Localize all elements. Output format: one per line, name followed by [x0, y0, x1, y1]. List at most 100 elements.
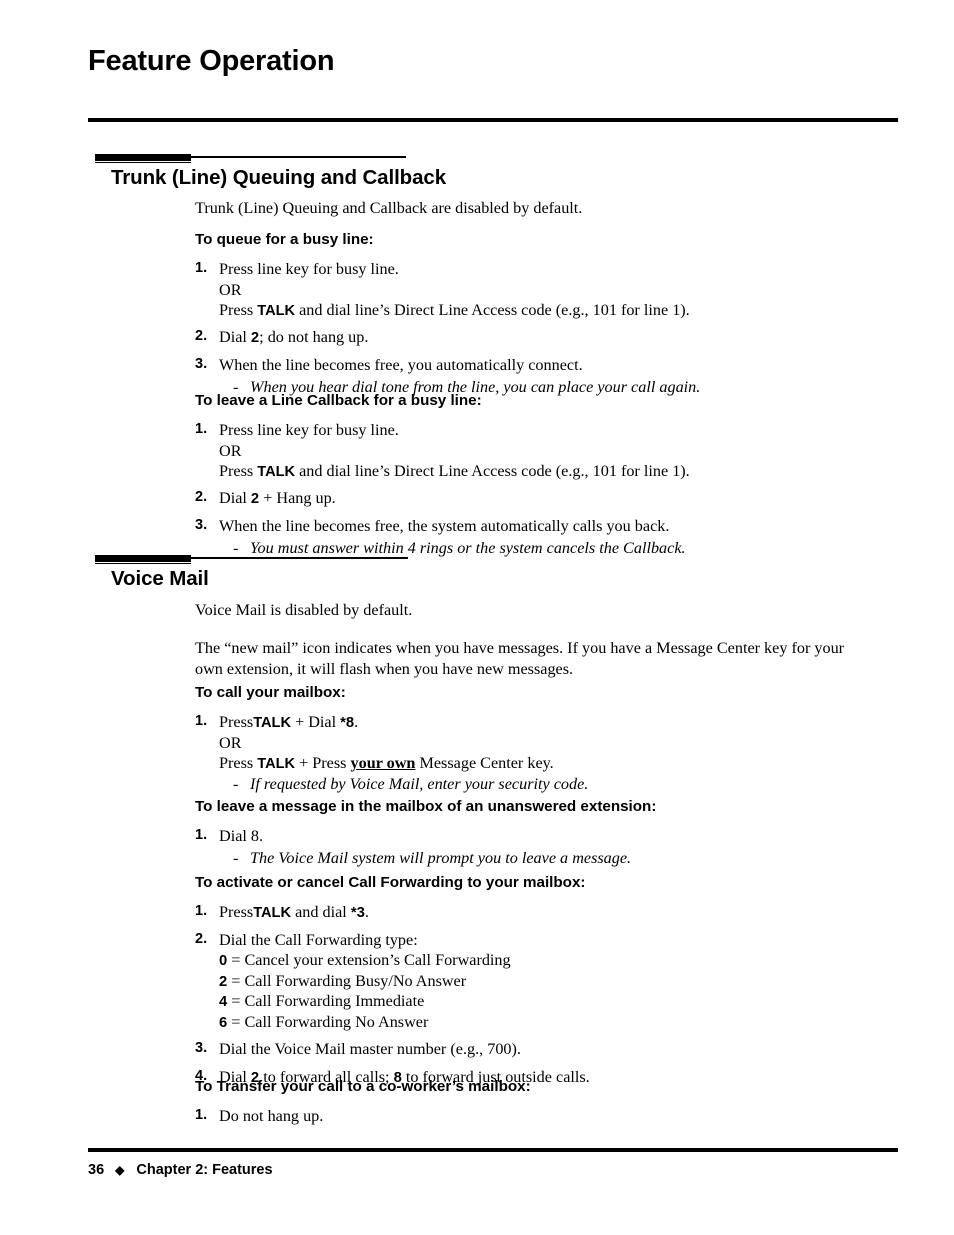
step-item: 1. Do not hang up.: [195, 1106, 855, 1126]
step-number: 2.: [195, 489, 208, 506]
procedure-heading: To leave a Line Callback for a busy line…: [195, 392, 482, 409]
step-line: Dial 2 + Hang up.: [219, 489, 336, 508]
step-or-label: OR: [219, 733, 242, 752]
footer-chapter-label: Chapter 2: Features: [136, 1162, 273, 1178]
step-number: 1.: [195, 827, 208, 844]
step-number: 2.: [195, 930, 208, 947]
section-rule-thick: [95, 154, 191, 161]
step-item: 2. Dial 2; do not hang up.: [195, 327, 855, 348]
step-note: - The Voice Mail system will prompt you …: [195, 848, 855, 868]
section-rule-thin: [191, 156, 406, 158]
step-number: 2.: [195, 328, 208, 345]
note-dash: -: [233, 539, 239, 558]
title-rule: [88, 118, 898, 122]
option-label: Call Forwarding Busy/No Answer: [244, 971, 467, 990]
step-line: Dial 8.: [219, 827, 264, 846]
step-item: 3. Dial the Voice Mail master number (e.…: [195, 1039, 855, 1059]
procedure-steps: 1. Press line key for busy line. OR Pres…: [195, 420, 855, 536]
procedure-heading: To leave a message in the mailbox of an …: [195, 798, 657, 815]
option-eq: =: [231, 951, 241, 970]
procedure-transfer-mailbox: To Transfer your call to a co-worker’s m…: [195, 1078, 855, 1127]
note-text: If requested by Voice Mail, enter your s…: [250, 775, 589, 794]
step-number: 3.: [195, 516, 208, 533]
step-number: 1.: [195, 713, 208, 730]
step-number: 1.: [195, 421, 208, 438]
step-item: 2. Dial the Call Forwarding type:: [195, 930, 855, 950]
step-number: 1.: [195, 903, 208, 920]
step-number: 1.: [195, 1107, 208, 1124]
digit-label: 2: [250, 491, 260, 508]
step-item: 3. When the line becomes free, the syste…: [195, 516, 855, 536]
option-label: Call Forwarding No Answer: [244, 1012, 429, 1031]
section-heading: Voice Mail: [111, 567, 209, 590]
procedure-queue-busy-line: To queue for a busy line: 1. Press line …: [195, 231, 855, 398]
note-text: You must answer within 4 rings or the sy…: [250, 539, 686, 558]
step-line: Dial the Call Forwarding type:: [219, 930, 418, 949]
talk-key-label: TALK: [253, 905, 292, 922]
procedure-call-forwarding: To activate or cancel Call Forwarding to…: [195, 874, 855, 1087]
option-key: 2: [219, 973, 228, 990]
option-row: 0 = Cancel your extension’s Call Forward…: [195, 950, 855, 971]
step-line-alt: Press TALK and dial line’s Direct Line A…: [219, 300, 690, 319]
step-line-alt: Press TALK and dial line’s Direct Line A…: [219, 461, 690, 480]
option-eq: =: [231, 1012, 241, 1031]
option-key: 0: [219, 953, 228, 970]
option-eq: =: [231, 971, 241, 990]
step-number: 3.: [195, 355, 208, 372]
option-row: 4 = Call Forwarding Immediate: [195, 991, 855, 1012]
your-own-label: your own: [350, 754, 416, 773]
code-label: *8: [340, 715, 355, 732]
footer-rule: [88, 1148, 898, 1152]
step-line: When the line becomes free, the system a…: [219, 516, 670, 535]
procedure-heading: To activate or cancel Call Forwarding to…: [195, 874, 586, 891]
note-dash: -: [233, 848, 239, 867]
procedure-call-mailbox: To call your mailbox: 1. PressTALK + Dia…: [195, 684, 855, 795]
step-line: Dial 2; do not hang up.: [219, 328, 369, 347]
step-item: 1. PressTALK and dial *3.: [195, 902, 855, 923]
section-voice-mail-body: Voice Mail is disabled by default. The “…: [195, 600, 855, 680]
option-key: 4: [219, 994, 228, 1011]
step-item: 3. When the line becomes free, you autom…: [195, 355, 855, 375]
step-or-label: OR: [219, 280, 242, 299]
procedure-line-callback: To leave a Line Callback for a busy line…: [195, 392, 855, 559]
talk-key-label: TALK: [253, 715, 292, 732]
section-rule: [95, 153, 446, 164]
section-rule: [95, 554, 408, 565]
step-note: - You must answer within 4 rings or the …: [195, 538, 855, 558]
option-eq: =: [231, 992, 241, 1011]
step-line: PressTALK + Dial *8.: [219, 713, 359, 732]
document-page: Feature Operation Trunk (Line) Queuing a…: [0, 0, 954, 1235]
section-voice-mail: Voice Mail: [0, 554, 408, 590]
step-line: When the line becomes free, you automati…: [219, 355, 583, 374]
step-item: 2. Dial 2 + Hang up.: [195, 488, 855, 509]
digit-label: 2: [250, 330, 260, 347]
page-title: Feature Operation: [88, 45, 335, 77]
call-forwarding-options: 0 = Cancel your extension’s Call Forward…: [195, 950, 855, 1032]
step-line: PressTALK and dial *3.: [219, 903, 369, 922]
section-trunk-queuing: Trunk (Line) Queuing and Callback: [0, 153, 446, 189]
step-item: 1. PressTALK + Dial *8. OR Press TALK + …: [195, 712, 855, 773]
section-rule-thin: [191, 557, 408, 559]
talk-key-label: TALK: [257, 463, 296, 480]
section-rule-thick: [95, 555, 191, 562]
procedure-heading: To Transfer your call to a co-worker’s m…: [195, 1078, 531, 1095]
section-intro-secondary: The “new mail” icon indicates when you h…: [195, 639, 845, 679]
note-dash: -: [233, 775, 239, 794]
diamond-icon: ◆: [115, 1163, 125, 1177]
procedure-steps: 1. Do not hang up.: [195, 1106, 855, 1126]
procedure-steps: 1. Dial 8.: [195, 826, 855, 846]
procedure-heading: To call your mailbox:: [195, 684, 346, 701]
section-heading: Trunk (Line) Queuing and Callback: [111, 166, 446, 189]
option-key: 6: [219, 1014, 228, 1031]
procedure-heading: To queue for a busy line:: [195, 231, 374, 248]
option-row: 6 = Call Forwarding No Answer: [195, 1012, 855, 1033]
section-rule-underline: [95, 563, 191, 564]
code-label: *3: [350, 905, 365, 922]
option-row: 2 = Call Forwarding Busy/No Answer: [195, 971, 855, 992]
talk-key-label: TALK: [257, 302, 296, 319]
section-rule-underline: [95, 162, 191, 163]
step-number: 1.: [195, 260, 208, 277]
step-note: - If requested by Voice Mail, enter your…: [195, 774, 855, 794]
step-item: 1. Press line key for busy line. OR Pres…: [195, 259, 855, 320]
procedure-steps: 1. PressTALK and dial *3. 2. Dial the Ca…: [195, 902, 855, 950]
